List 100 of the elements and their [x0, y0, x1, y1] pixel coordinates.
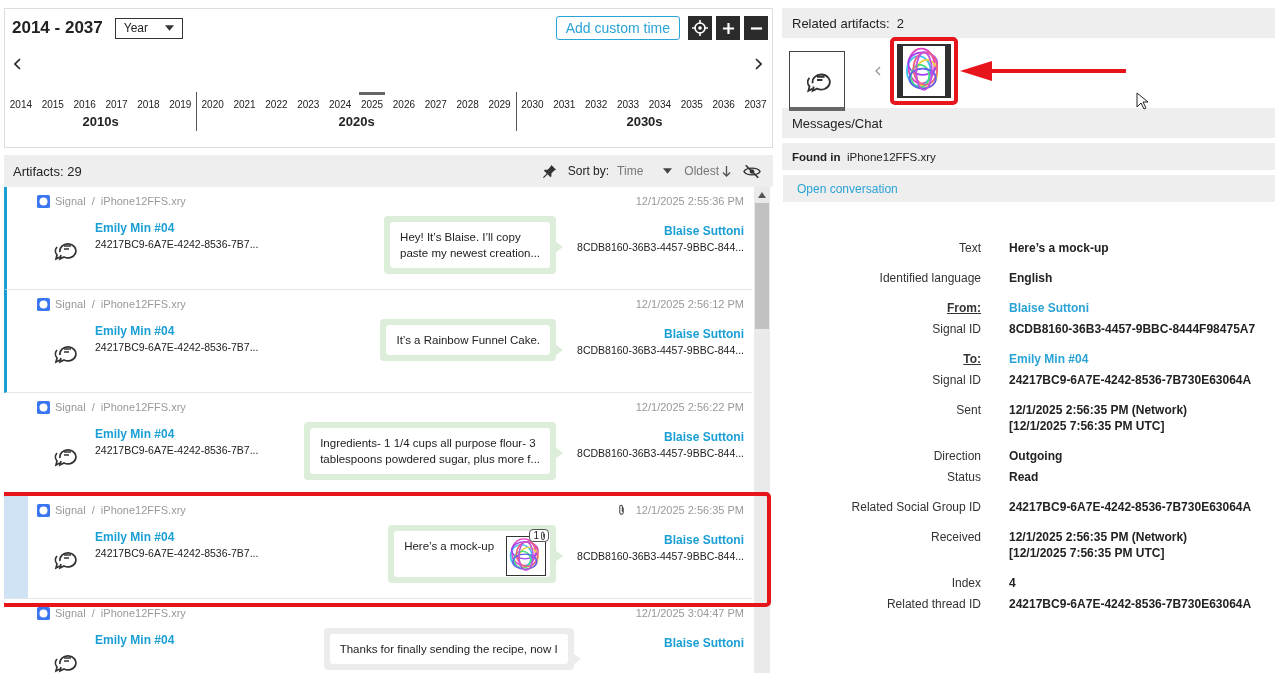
target-icon [692, 20, 708, 36]
sort-order-button[interactable]: Oldest [680, 164, 735, 178]
sort-label: Sort by: [567, 164, 610, 178]
year-label[interactable]: 2028 [456, 99, 479, 110]
pin-icon[interactable] [541, 163, 557, 179]
sender-id: 24217BC9-6A7E-4242-8536-7B7... [95, 341, 259, 353]
year-label[interactable]: 2019 [169, 99, 192, 110]
recipient-id: 8CDB8160-36B3-4457-9BBC-844... [577, 447, 744, 459]
zoom-out-button[interactable] [744, 16, 768, 40]
source-path: Signal / iPhone12FFS.xry [55, 401, 186, 413]
source-path: Signal / iPhone12FFS.xry [55, 298, 186, 310]
attachment-count-badge: 1 [528, 529, 550, 542]
year-label[interactable]: 2033 [616, 99, 640, 110]
timestamp: 12/1/2025 2:56:35 PM [635, 504, 744, 516]
year-label[interactable]: 2032 [585, 99, 608, 110]
scrollbar-thumb[interactable] [755, 203, 769, 329]
category-label: Messages/Chat [792, 115, 883, 131]
related-artifact-tile[interactable] [897, 44, 951, 98]
artifacts-count: Artifacts: 29 [13, 163, 82, 179]
decade-label: 2030s [626, 114, 663, 131]
year-label[interactable]: 2031 [553, 99, 576, 110]
year-label[interactable]: 2036 [712, 99, 735, 110]
decade-label: 2020s [338, 114, 375, 131]
field-label: Identified language [878, 270, 982, 286]
year-label[interactable]: 2026 [392, 99, 416, 110]
sort-dropdown[interactable]: Time [617, 164, 673, 178]
chevron-icon [875, 66, 881, 76]
timestamp: 12/1/2025 3:04:47 PM [635, 607, 744, 619]
signal-app-icon [37, 194, 50, 208]
year-label[interactable]: 2024 [329, 99, 352, 110]
bubble-tail [555, 344, 564, 356]
found-in-text: Found in iPhone12FFS.xry [792, 150, 936, 163]
year-label[interactable]: 2023 [297, 99, 320, 110]
message-text: Ingredients- 1 1/4 cups all purpose flour- 3 tablespoons powdered sugar, plus more f... [320, 436, 541, 467]
field-value: 24217BC9-6A7E-4242-8536-7B730E63064A [1009, 372, 1252, 388]
message-text: Hey! It’s Blaise. I’ll copy paste my newest creation... [400, 230, 541, 261]
field-label: To: [962, 351, 982, 367]
field-value: English [1009, 270, 1053, 286]
field-value: Outgoing [1009, 448, 1063, 464]
caret-icon [164, 25, 174, 31]
scrollbar[interactable] [754, 187, 770, 673]
year-label[interactable]: 2034 [648, 99, 672, 110]
field-label: Text [958, 240, 982, 256]
source-path: Signal / iPhone12FFS.xry [55, 607, 186, 619]
recipient-id: 8CDB8160-36B3-4457-9BBC-844... [577, 550, 744, 562]
scale-dropdown[interactable]: Year [114, 17, 183, 39]
field-label: Sent [955, 402, 982, 419]
year-label[interactable]: 2029 [488, 99, 511, 110]
field-label: Related Social Group ID [850, 499, 982, 515]
recipient-id: 8CDB8160-36B3-4457-9BBC-844... [577, 344, 744, 356]
year-label[interactable]: 2035 [680, 99, 703, 110]
year-label[interactable]: 2021 [233, 99, 256, 110]
field-value: 12/1/2025 2:56:35 PM (Network) [12/1/2025 7:56:35 PM UTC] [1009, 529, 1188, 561]
year-label[interactable]: 2020 [201, 99, 224, 110]
year-label[interactable]: 2022 [265, 99, 288, 110]
field-label: Status [945, 469, 982, 485]
field-label: Signal ID [931, 321, 982, 337]
caret-icon [663, 168, 673, 174]
bubble-tail [555, 550, 564, 562]
timestamp: 12/1/2025 2:56:12 PM [635, 298, 744, 310]
sender-id: 24217BC9-6A7E-4242-8536-7B7... [95, 444, 259, 456]
mouse-cursor-icon [1136, 92, 1148, 110]
arrow-down-icon [722, 165, 731, 177]
field-label: Direction [932, 448, 982, 464]
locate-button[interactable] [688, 16, 712, 40]
decade-label: 2010s [82, 114, 119, 131]
field-value: 24217BC9-6A7E-4242-8536-7B730E63064A [1009, 499, 1252, 515]
year-label[interactable]: 2015 [41, 99, 64, 110]
recipient-id: 8CDB8160-36B3-4457-9BBC-844... [577, 241, 744, 253]
timeline-title: 2014 - 2037 [12, 18, 103, 38]
source-path: Signal / iPhone12FFS.xry [55, 504, 186, 516]
signal-app-icon [37, 503, 50, 517]
hide-icon[interactable] [743, 163, 761, 179]
sender-id: 24217BC9-6A7E-4242-8536-7B7... [95, 547, 259, 559]
year-label[interactable]: 2025 [360, 99, 384, 110]
field-value: 4 [1009, 575, 1016, 591]
bubble-tail [555, 447, 564, 459]
previous-icon[interactable] [14, 58, 22, 70]
year-label[interactable]: 2014 [9, 99, 33, 110]
related-artifacts-count: Related artifacts: 2 [792, 15, 904, 31]
field-label: From: [946, 300, 982, 316]
field-value: 8CDB8160-36B3-4457-9BBC-8444F98475A7 [1009, 321, 1256, 337]
zoom-in-button[interactable] [716, 16, 740, 40]
field-label: Received [929, 529, 982, 546]
sender-id: 24217BC9-6A7E-4242-8536-7B7... [95, 238, 259, 250]
year-label[interactable]: 2037 [744, 99, 767, 110]
scroll-up-icon[interactable] [758, 192, 766, 198]
year-label[interactable]: 2017 [105, 99, 128, 110]
signal-app-icon [37, 297, 50, 311]
field-value: Here’s a mock-up [1009, 240, 1109, 256]
year-label[interactable]: 2016 [73, 99, 96, 110]
year-label[interactable]: 2030 [521, 99, 544, 110]
bubble-tail [555, 241, 564, 253]
attachment-icon [617, 504, 625, 516]
message-text: Thanks for finally sending the recipe, now I [339, 642, 558, 657]
year-label[interactable]: 2018 [137, 99, 160, 110]
message-text: Here’s a mock-up [404, 539, 495, 554]
year-label[interactable]: 2027 [424, 99, 447, 110]
field-value: 24217BC9-6A7E-4242-8536-7B730E63064A [1009, 596, 1252, 612]
next-icon[interactable] [754, 58, 762, 70]
